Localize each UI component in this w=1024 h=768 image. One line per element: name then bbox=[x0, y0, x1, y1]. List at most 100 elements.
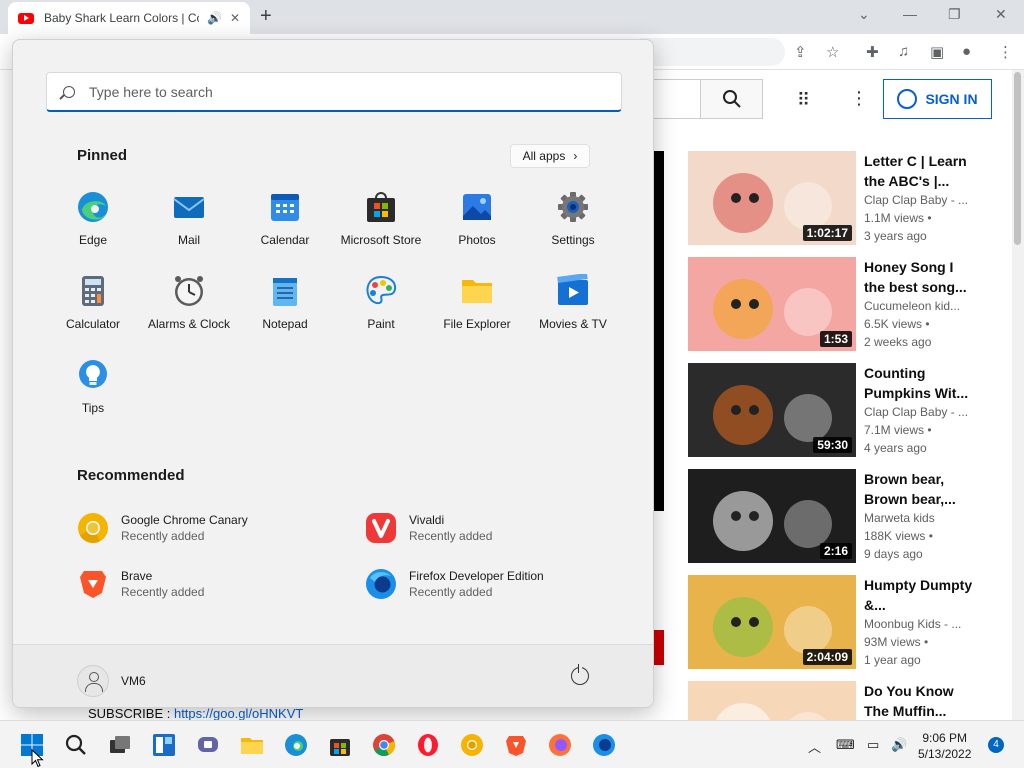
calendar-icon bbox=[268, 190, 302, 224]
video-title[interactable]: Brown bear, Brown bear,... bbox=[864, 469, 974, 509]
keyboard-icon[interactable]: ⌨ bbox=[836, 737, 855, 753]
recommended-item[interactable]: Vivaldi Recently added bbox=[365, 508, 625, 548]
video-thumbnail[interactable]: 2:04:09 bbox=[688, 575, 856, 669]
all-apps-button[interactable]: All apps › bbox=[510, 144, 590, 168]
video-channel[interactable]: Clap Clap Baby - ... bbox=[864, 403, 974, 421]
chrome-taskbar-button[interactable] bbox=[372, 733, 396, 757]
close-window-button[interactable]: ✕ bbox=[995, 6, 1007, 23]
video-thumbnail[interactable]: 1:53 bbox=[688, 257, 856, 351]
video-item[interactable]: 2:16 Brown bear, Brown bear,... Marweta ki… bbox=[688, 469, 1008, 565]
close-tab-icon[interactable]: ✕ bbox=[230, 11, 240, 25]
video-duration: 59:30 bbox=[813, 437, 852, 453]
opera-taskbar-button[interactable] bbox=[416, 733, 440, 757]
pinned-app-label: Microsoft Store bbox=[340, 233, 422, 247]
browser-tab[interactable]: Baby Shark Learn Colors | Co 🔊 ✕ bbox=[8, 2, 250, 34]
user-account-button[interactable]: VM6 bbox=[77, 665, 146, 697]
video-meta: Counting Pumpkins Wit... Clap Clap Baby -… bbox=[864, 363, 974, 457]
subscribe-button[interactable] bbox=[653, 630, 664, 665]
new-tab-button[interactable]: + bbox=[260, 5, 272, 28]
start-search-input[interactable] bbox=[89, 83, 569, 100]
video-player[interactable] bbox=[653, 151, 664, 511]
more-options-icon[interactable]: ⋮ bbox=[850, 88, 868, 109]
apps-grid-icon[interactable]: ⠿ bbox=[797, 90, 810, 111]
file-explorer-taskbar-button[interactable] bbox=[240, 733, 264, 757]
address-bar[interactable] bbox=[640, 38, 785, 66]
tab-search-icon[interactable]: ⌄ bbox=[858, 6, 870, 23]
scrollbar-thumb[interactable] bbox=[1014, 72, 1021, 245]
pinned-app-photos[interactable]: Photos bbox=[429, 190, 525, 266]
browser-tab-strip: Baby Shark Learn Colors | Co 🔊 ✕ + ⌄ — ❐… bbox=[0, 0, 1024, 34]
teams-chat-icon bbox=[198, 737, 218, 752]
subscribe-link[interactable]: https://goo.gl/oHNKVT bbox=[174, 706, 303, 721]
video-thumbnail[interactable]: 2:16 bbox=[688, 469, 856, 563]
video-channel[interactable]: Clap Clap Baby - ... bbox=[864, 191, 974, 209]
restore-button[interactable]: ❐ bbox=[948, 6, 961, 23]
pinned-app-movies-tv[interactable]: Movies & TV bbox=[525, 272, 621, 350]
pinned-app-file-explorer[interactable]: File Explorer bbox=[429, 274, 525, 350]
pinned-app-calculator[interactable]: Calculator bbox=[45, 274, 141, 350]
teams-chat-button[interactable] bbox=[196, 733, 220, 757]
pinned-app-mail[interactable]: Mail bbox=[141, 190, 237, 266]
pinned-app-calendar[interactable]: Calendar bbox=[237, 190, 333, 266]
pinned-app-label: Edge bbox=[78, 233, 108, 247]
video-item[interactable]: 1:02:17 Letter C | Learn the ABC's |... Cl… bbox=[688, 151, 1008, 247]
video-title[interactable]: Letter C | Learn the ABC's |... bbox=[864, 151, 974, 191]
pinned-app-alarms-clock[interactable]: Alarms & Clock bbox=[141, 274, 237, 350]
video-title[interactable]: Do You Know The Muffin... bbox=[864, 681, 974, 721]
taskbar-clock[interactable]: 9:06 PM 5/13/2022 bbox=[918, 730, 971, 762]
power-icon[interactable] bbox=[571, 664, 589, 685]
brave-taskbar-button[interactable] bbox=[504, 733, 528, 757]
brave-icon bbox=[506, 736, 526, 756]
edge-taskbar-button[interactable] bbox=[284, 733, 308, 757]
share-icon[interactable]: ⇪ bbox=[794, 43, 807, 61]
show-hidden-icons-chevron-icon[interactable]: ︿ bbox=[808, 737, 821, 756]
video-item[interactable]: 2:04:09 Humpty Dumpty &... Moonbug Kids - … bbox=[688, 575, 1008, 671]
video-title[interactable]: Humpty Dumpty &... bbox=[864, 575, 974, 615]
task-view-button[interactable] bbox=[108, 733, 132, 757]
widgets-button[interactable] bbox=[152, 733, 176, 757]
pinned-app-edge[interactable]: Edge bbox=[45, 190, 141, 266]
video-channel[interactable]: Marweta kids bbox=[864, 509, 974, 527]
notification-badge[interactable]: 4 bbox=[988, 737, 1004, 753]
youtube-search-button[interactable] bbox=[700, 79, 763, 119]
bookmark-star-icon[interactable]: ☆ bbox=[826, 43, 839, 61]
video-item[interactable]: 59:30 Counting Pumpkins Wit... Clap Clap B… bbox=[688, 363, 1008, 459]
paint-icon bbox=[364, 274, 398, 308]
recommended-item[interactable]: Google Chrome Canary Recently added bbox=[77, 508, 337, 548]
firefox-dev-taskbar-button[interactable] bbox=[592, 733, 616, 757]
pinned-app-settings[interactable]: Settings bbox=[525, 190, 621, 266]
recommended-item[interactable]: Firefox Developer Edition Recently added bbox=[365, 564, 625, 604]
youtube-search-input[interactable] bbox=[650, 79, 700, 119]
minimize-button[interactable]: — bbox=[903, 6, 917, 22]
pinned-app-notepad[interactable]: Notepad bbox=[237, 274, 333, 350]
profile-icon[interactable]: ● bbox=[962, 43, 971, 60]
firefox-taskbar-button[interactable] bbox=[548, 733, 572, 757]
browser-menu-icon[interactable]: ⋮ bbox=[998, 43, 1013, 61]
video-title[interactable]: Honey Song I the best song... bbox=[864, 257, 974, 297]
pinned-app-label: Photos bbox=[458, 233, 496, 247]
video-thumbnail[interactable]: 1:02:17 bbox=[688, 151, 856, 245]
video-channel[interactable]: Cucumeleon kid... bbox=[864, 297, 974, 315]
video-title[interactable]: Counting Pumpkins Wit... bbox=[864, 363, 974, 403]
video-duration: 2:04:09 bbox=[802, 649, 852, 665]
video-age: 3 years ago bbox=[864, 229, 927, 243]
side-panel-icon[interactable]: ▣ bbox=[930, 43, 944, 61]
network-icon[interactable]: ▭ bbox=[867, 737, 879, 753]
pinned-app-tips[interactable]: Tips bbox=[45, 358, 141, 434]
media-control-icon[interactable]: ♫ bbox=[898, 43, 909, 60]
start-search-box[interactable] bbox=[46, 72, 622, 112]
pinned-app-microsoft-store[interactable]: Microsoft Store bbox=[333, 190, 429, 266]
sign-in-button[interactable]: SIGN IN bbox=[883, 79, 992, 119]
store-taskbar-button[interactable] bbox=[328, 733, 352, 757]
video-thumbnail[interactable]: 59:30 bbox=[688, 363, 856, 457]
recommended-item[interactable]: Brave Recently added bbox=[77, 564, 337, 604]
video-item[interactable]: 1:53 Honey Song I the best song... Cucumel… bbox=[688, 257, 1008, 353]
edge-icon bbox=[76, 190, 110, 224]
video-channel[interactable]: Moonbug Kids - ... bbox=[864, 615, 974, 633]
volume-icon[interactable]: 🔊 bbox=[891, 737, 907, 753]
speaker-icon[interactable]: 🔊 bbox=[207, 11, 222, 25]
chrome-canary-taskbar-button[interactable] bbox=[460, 733, 484, 757]
pinned-app-paint[interactable]: Paint bbox=[333, 274, 429, 350]
extensions-icon[interactable]: ✚ bbox=[866, 43, 879, 61]
taskbar-search-button[interactable] bbox=[64, 733, 88, 757]
